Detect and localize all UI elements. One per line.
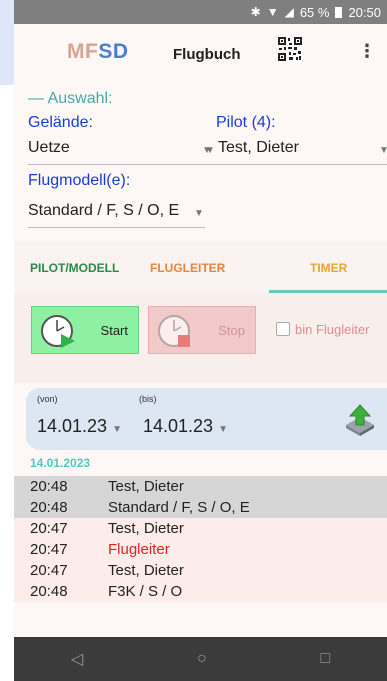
log-row[interactable]: 20:47 Test, Dieter: [14, 518, 387, 539]
bis-label: (bis): [139, 394, 157, 404]
chevron-down-icon: ▼: [205, 145, 215, 156]
log-row[interactable]: 20:47 Flugleiter: [14, 539, 387, 560]
wifi-icon: ▼: [266, 5, 279, 19]
flugleiter-checkbox-label[interactable]: bin Flugleiter: [295, 322, 369, 337]
pilot-value: Test, Dieter: [218, 139, 299, 156]
pilot-label: Pilot (4):: [216, 114, 276, 131]
log-row[interactable]: 20:48 Test, Dieter: [14, 476, 387, 497]
stop-label: Stop: [218, 322, 245, 338]
chevron-down-icon: ▼: [194, 208, 204, 219]
gelaende-select[interactable]: Uetze ▼: [28, 139, 213, 165]
log-text: Test, Dieter: [108, 478, 184, 495]
log-text: Standard / F, S / O, E: [108, 499, 250, 516]
mfsd-logo: MFSD: [67, 40, 129, 63]
log-date-header: 14.01.2023: [30, 456, 91, 470]
flugmodell-label: Flugmodell(e):: [28, 172, 131, 189]
log-text: F3K / S / O: [108, 583, 183, 600]
back-icon[interactable]: ◁: [71, 649, 83, 669]
app-title: Flugbuch: [173, 46, 241, 63]
app-bar: MFSD Flugbuch ⋮: [14, 24, 387, 84]
log-time: 20:48: [30, 583, 68, 600]
status-bar: ✱ ▼ ◢ 65 % 20:50: [14, 0, 387, 24]
von-label: (von): [37, 394, 58, 404]
stop-button[interactable]: Stop: [148, 306, 256, 354]
log-time: 20:48: [30, 499, 68, 516]
tab-pilot-modell[interactable]: PILOT/MODELL: [30, 261, 119, 275]
clock: 20:50: [348, 4, 381, 20]
bis-date-value: 14.01.23: [143, 416, 214, 436]
android-nav-bar: ◁ ○ □: [14, 637, 387, 681]
gelaende-label: Gelände:: [28, 114, 93, 131]
log-row[interactable]: 20:47 Test, Dieter: [14, 560, 387, 581]
signal-icon: ◢: [284, 5, 294, 19]
upload-icon[interactable]: [343, 403, 377, 437]
flight-log-list: 20:48 Test, Dieter 20:48 Standard / F, S…: [14, 476, 387, 602]
von-date-value: 14.01.23: [37, 416, 108, 436]
recents-icon[interactable]: □: [320, 650, 330, 668]
overflow-menu-icon[interactable]: ⋮: [358, 42, 376, 60]
home-icon[interactable]: ○: [197, 650, 207, 668]
start-button[interactable]: Start: [31, 306, 139, 354]
auswahl-toggle[interactable]: — Auswahl:: [28, 90, 112, 108]
flugmodell-value: Standard / F, S / O, E: [28, 202, 180, 219]
flugleiter-checkbox[interactable]: [276, 322, 290, 336]
tab-timer[interactable]: TIMER: [310, 261, 347, 275]
chevron-down-icon: ▼: [218, 424, 228, 435]
log-row[interactable]: 20:48 Standard / F, S / O, E: [14, 497, 387, 518]
log-row[interactable]: 20:48 F3K / S / O: [14, 581, 387, 602]
log-time: 20:47: [30, 541, 68, 558]
stopwatch-stop-icon: [158, 315, 190, 347]
log-time: 20:47: [30, 562, 68, 579]
date-filter: (von) (bis) 14.01.23 ▼ 14.01.23 ▼: [26, 388, 387, 450]
pilot-select[interactable]: ▼ Test, Dieter ▼: [205, 139, 387, 165]
battery-percent: 65 %: [299, 4, 330, 20]
tab-flugleiter[interactable]: FLUGLEITER: [150, 261, 225, 275]
chevron-down-icon: ▼: [112, 424, 122, 435]
von-date-select[interactable]: 14.01.23 ▼: [37, 416, 122, 437]
qr-code-icon[interactable]: [277, 36, 303, 62]
start-label: Start: [100, 322, 128, 338]
log-text: Test, Dieter: [108, 562, 184, 579]
stopwatch-start-icon: [41, 315, 75, 348]
log-text: Test, Dieter: [108, 520, 184, 537]
log-time: 20:47: [30, 520, 68, 537]
log-time: 20:48: [30, 478, 68, 495]
bluetooth-icon: ✱: [250, 5, 261, 19]
phone-screen: ✱ ▼ ◢ 65 % 20:50 MFSD Flugbuch ⋮ — Auswa…: [14, 0, 387, 681]
log-text: Flugleiter: [108, 541, 170, 558]
battery-icon: [335, 6, 343, 18]
flugmodell-select[interactable]: Standard / F, S / O, E ▼: [28, 202, 205, 228]
tab-bar: PILOT/MODELL FLUGLEITER TIMER: [14, 241, 387, 293]
chevron-down-icon: ▼: [379, 145, 387, 156]
gelaende-value: Uetze: [28, 139, 70, 156]
bis-date-select[interactable]: 14.01.23 ▼: [143, 416, 228, 437]
